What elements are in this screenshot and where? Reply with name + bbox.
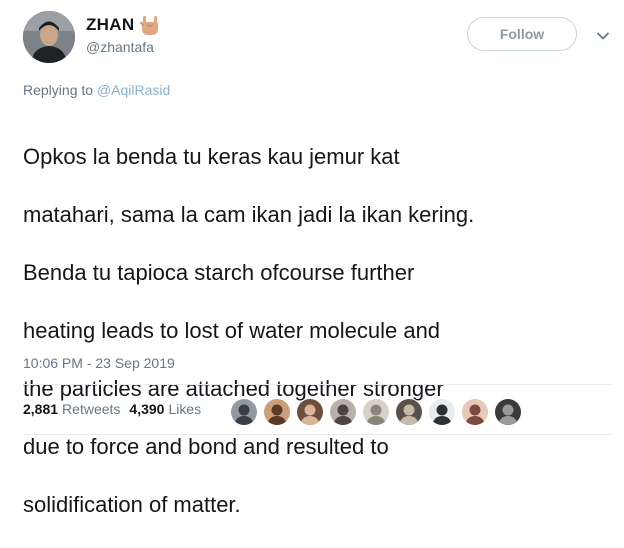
retweets-count: 2,881 (23, 401, 59, 417)
retweets-stat[interactable]: 2,881 Retweets (23, 401, 120, 417)
tweet-card: ZHAN @zhantafa Follow Replying to @AqilR… (0, 0, 624, 517)
name-row: ZHAN (86, 13, 162, 37)
liker-avatar-3[interactable] (296, 398, 324, 426)
replying-to-prefix: Replying to (23, 82, 97, 98)
user-handle[interactable]: @zhantafa (86, 39, 154, 55)
display-name[interactable]: ZHAN (86, 15, 134, 35)
tweet-text-line: heating leads to lost of water molecule … (23, 318, 441, 343)
tweet-text-line: Benda tu tapioca starch ofcourse further (23, 260, 415, 285)
divider (23, 434, 613, 435)
tweet-stats: 2,881 Retweets 4,390 Likes (23, 401, 210, 417)
liker-avatar-6[interactable] (395, 398, 423, 426)
liker-avatar-2[interactable] (263, 398, 291, 426)
tweet-timestamp[interactable]: 10:06 PM - 23 Sep 2019 (23, 355, 175, 371)
liker-avatar-1[interactable] (230, 398, 258, 426)
tweet-text: Opkos la benda tu keras kau jemur kat ma… (23, 113, 618, 548)
avatar[interactable] (23, 11, 75, 63)
chevron-down-icon[interactable] (596, 29, 610, 43)
liker-avatar-9[interactable] (494, 398, 522, 426)
reply-mention-link[interactable]: @AqilRasid (97, 82, 170, 98)
retweets-label: Retweets (62, 401, 121, 417)
replying-to: Replying to @AqilRasid (23, 82, 170, 98)
liker-avatar-7[interactable] (428, 398, 456, 426)
tweet-text-line: solidification of matter. (23, 492, 241, 517)
tweet-text-line: due to force and bond and resulted to (23, 434, 389, 459)
likes-label: Likes (168, 401, 202, 417)
divider (23, 384, 613, 385)
liker-avatar-4[interactable] (329, 398, 357, 426)
liker-avatar-5[interactable] (362, 398, 390, 426)
likes-count: 4,390 (129, 401, 165, 417)
tweet-text-line: matahari, sama la cam ikan jadi la ikan … (23, 202, 475, 227)
likes-stat[interactable]: 4,390 Likes (129, 401, 201, 417)
follow-button[interactable]: Follow (467, 17, 577, 51)
liker-avatars (230, 398, 527, 426)
liker-avatar-8[interactable] (461, 398, 489, 426)
user-avatar-icon (23, 11, 75, 63)
rock-on-hand-icon (138, 13, 162, 37)
tweet-text-line: Opkos la benda tu keras kau jemur kat (23, 144, 400, 169)
